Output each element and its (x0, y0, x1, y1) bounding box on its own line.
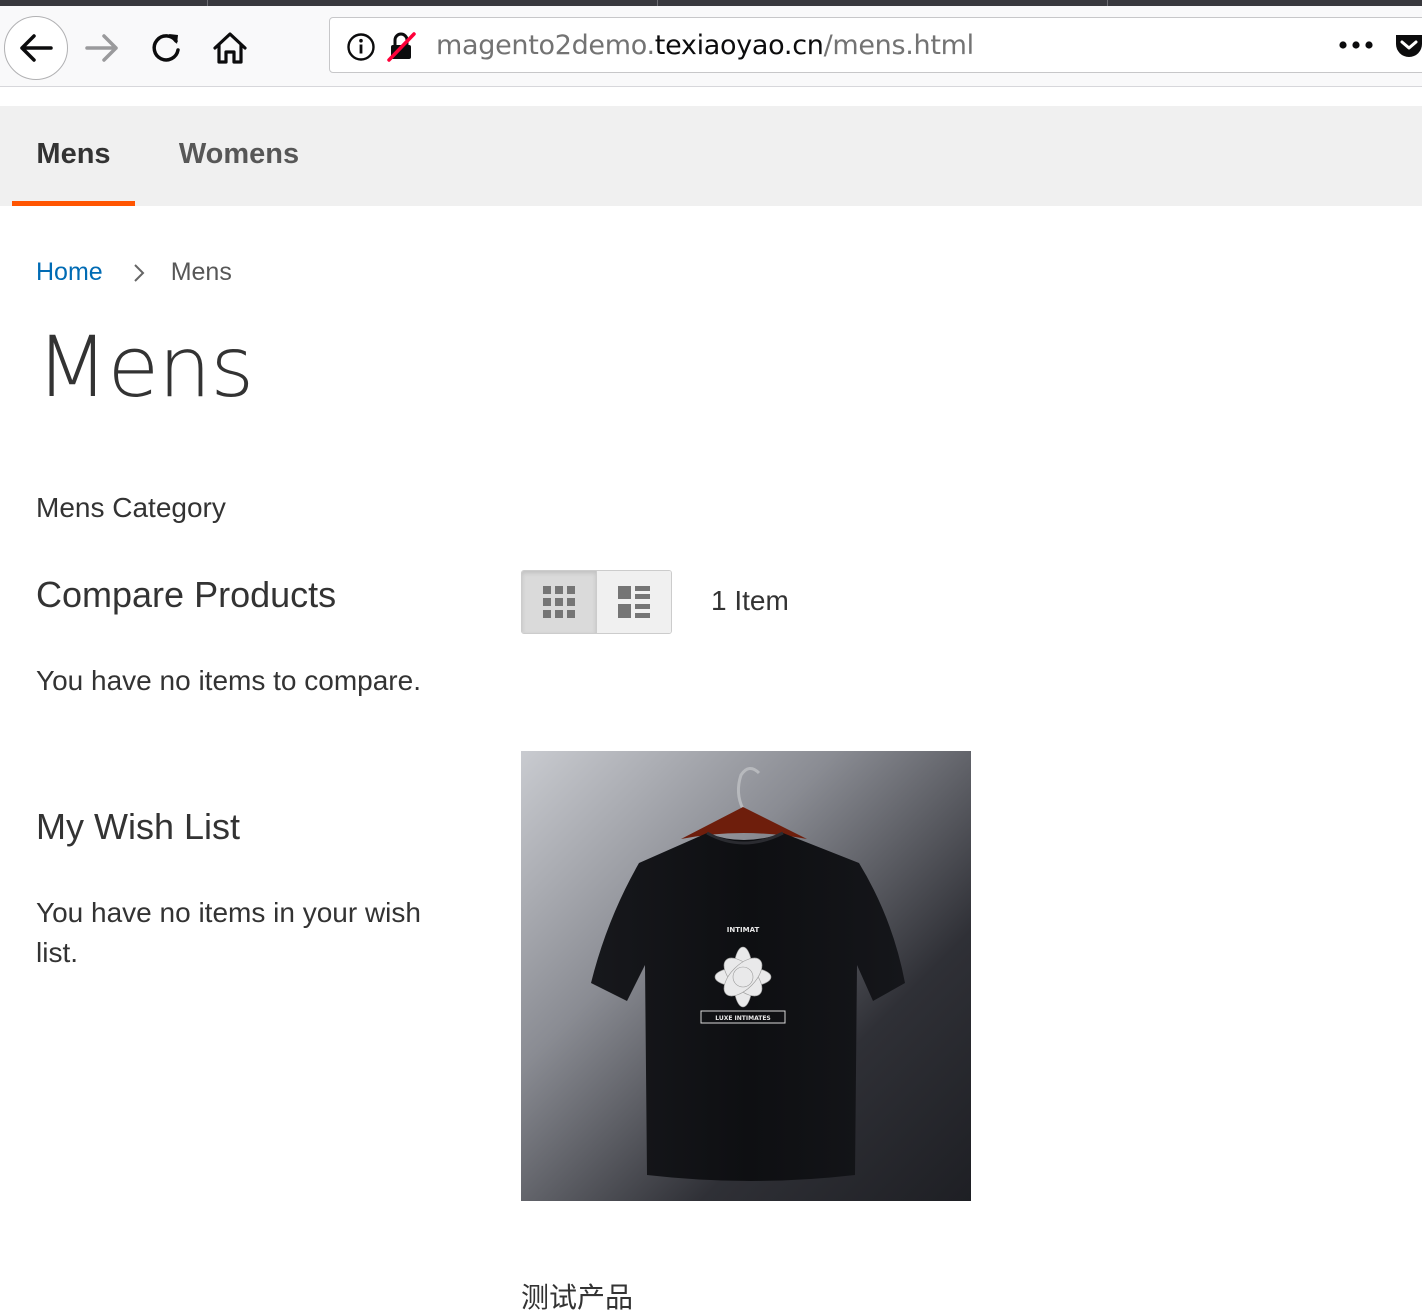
grid-mode-button[interactable] (522, 571, 596, 633)
compare-products-title: Compare Products (36, 574, 337, 615)
browser-toolbar: magento2demo.texiaoyao.cn/mens.html (0, 6, 1422, 87)
nav-item-womens[interactable]: Womens (160, 106, 318, 206)
page-title: Mens (36, 318, 254, 416)
view-mode-switcher (521, 570, 672, 634)
reload-button[interactable] (134, 16, 198, 80)
pocket-icon[interactable] (1394, 32, 1422, 60)
chevron-right-icon (133, 263, 145, 283)
compare-empty-text: You have no items to compare. (36, 665, 421, 696)
list-icon (618, 586, 650, 618)
forward-button[interactable] (70, 16, 134, 80)
arrow-left-icon (20, 34, 53, 62)
breadcrumb: Home Mens (36, 258, 232, 287)
info-icon[interactable] (346, 32, 376, 62)
print-top-text: INTIMAT (727, 926, 760, 934)
url-prefix: magento2demo. (436, 30, 655, 61)
url-text[interactable]: magento2demo.texiaoyao.cn/mens.html (436, 30, 974, 61)
category-nav: Mens Womens (0, 106, 1422, 206)
wishlist-empty-text: You have no items in your wish list. (36, 897, 421, 968)
breadcrumb-current: Mens (170, 258, 232, 286)
wishlist-title: My Wish List (36, 806, 241, 847)
home-button[interactable] (198, 16, 262, 80)
nav-item-mens[interactable]: Mens (12, 106, 135, 206)
toolbar-amount: 1 Item (711, 585, 789, 616)
category-description: Mens Category (36, 492, 226, 523)
insecure-lock-icon[interactable] (386, 31, 418, 63)
reload-icon (152, 34, 180, 62)
home-icon (213, 32, 247, 64)
grid-icon (543, 586, 575, 618)
list-mode-button[interactable] (596, 571, 671, 633)
print-bottom-text: LUXE INTIMATES (715, 1015, 771, 1022)
url-path: /mens.html (823, 30, 975, 61)
page-actions-icon[interactable] (1338, 40, 1374, 50)
product-image[interactable]: INTIMAT LUXE INTIMATES (521, 751, 971, 1201)
back-button[interactable] (4, 16, 68, 80)
url-host: texiaoyao.cn (654, 30, 824, 61)
product-name-link[interactable]: 测试产品 (521, 1276, 633, 1316)
address-bar[interactable]: magento2demo.texiaoyao.cn/mens.html (329, 17, 1422, 73)
breadcrumb-home-link[interactable]: Home (36, 258, 103, 287)
arrow-right-icon (85, 34, 118, 62)
